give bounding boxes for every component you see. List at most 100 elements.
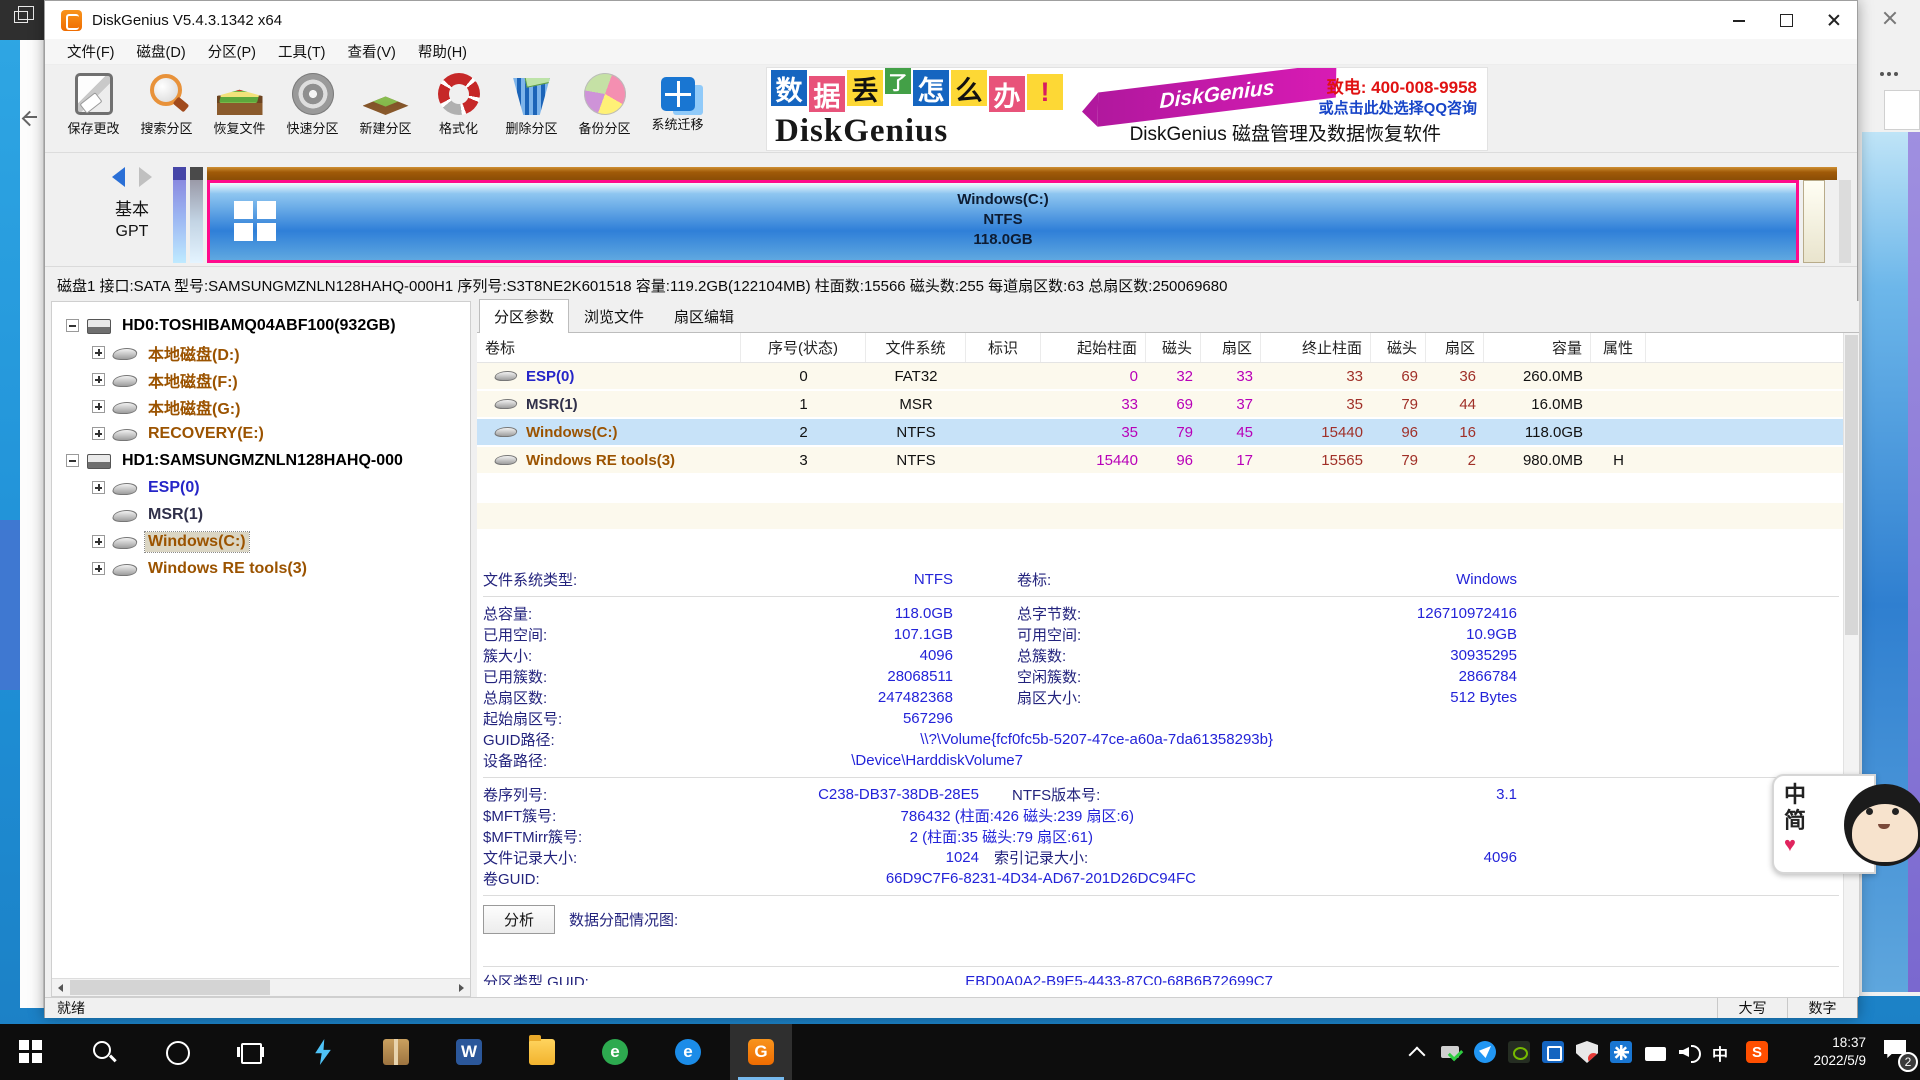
tray-icon-button[interactable] xyxy=(1502,1024,1536,1080)
window-title: DiskGenius V5.4.3.1342 x64 xyxy=(92,12,282,29)
clock[interactable]: 18:37 2022/5/9 xyxy=(1780,1034,1866,1070)
tree-item[interactable]: 本地磁盘(F:) xyxy=(52,366,470,393)
partition-block-esp[interactable] xyxy=(173,167,186,263)
more-options-icon[interactable] xyxy=(1880,72,1884,76)
tray-icon xyxy=(1406,1041,1428,1063)
maximize-button[interactable] xyxy=(1763,1,1810,39)
tree-item[interactable]: 本地磁盘(D:) xyxy=(52,339,470,366)
background-panel xyxy=(1884,90,1920,130)
close-icon[interactable] xyxy=(1882,10,1898,26)
taskbar-app-button[interactable] xyxy=(365,1024,427,1080)
taskbar-app-button[interactable] xyxy=(219,1024,281,1080)
toolbar-button[interactable]: 保存更改 xyxy=(57,69,130,137)
content-vertical-scrollbar[interactable] xyxy=(1843,333,1859,997)
banner-qq-link[interactable]: 或点击此处选择QQ咨询 xyxy=(1319,97,1477,118)
tree-item[interactable]: HD1:SAMSUNGMZNLN128HAHQ-000 xyxy=(52,447,470,474)
analyze-button[interactable]: 分析 xyxy=(483,905,555,934)
tray-icon-button[interactable] xyxy=(1468,1024,1502,1080)
tree-expander-icon[interactable] xyxy=(92,400,105,413)
notification-center-button[interactable]: 2 xyxy=(1874,1024,1920,1080)
menu-item[interactable]: 帮助(H) xyxy=(407,38,478,65)
tree-expander-icon[interactable] xyxy=(92,373,105,386)
tree-item[interactable]: ESP(0) xyxy=(52,474,470,501)
taskbar-app-button[interactable]: e xyxy=(657,1024,719,1080)
tree-horizontal-scrollbar[interactable] xyxy=(52,978,470,996)
tray-icon-button[interactable] xyxy=(1434,1024,1468,1080)
toolbar: 保存更改 搜索分区 恢复文件 快速分区 xyxy=(45,65,1857,153)
scroll-right-icon[interactable] xyxy=(452,979,470,996)
toolbar-button[interactable]: 备份分区 xyxy=(568,69,641,137)
tree-expander-icon[interactable] xyxy=(92,346,105,359)
tree-expander-icon[interactable] xyxy=(92,427,105,440)
toolbar-button[interactable]: 恢复文件 xyxy=(203,69,276,137)
tray-icon-button[interactable] xyxy=(1604,1024,1638,1080)
taskbar-app-button[interactable] xyxy=(292,1024,354,1080)
taskbar-app-button[interactable] xyxy=(146,1024,208,1080)
tree-item[interactable]: MSR(1) xyxy=(52,501,470,528)
disk-nav: 基本 GPT xyxy=(87,167,177,241)
toolbar-button[interactable]: 快速分区 xyxy=(276,69,349,137)
prev-disk-icon[interactable] xyxy=(112,167,125,187)
tab[interactable]: 浏览文件 xyxy=(569,299,659,333)
minimize-button[interactable] xyxy=(1716,1,1763,39)
menu-item[interactable]: 磁盘(D) xyxy=(126,38,197,65)
banner-subtitle: DiskGenius 磁盘管理及数据恢复软件 xyxy=(1130,119,1441,146)
next-disk-icon[interactable] xyxy=(139,167,152,187)
desktop-sticker[interactable]: 中 简 ♥ xyxy=(1772,770,1920,878)
ad-banner[interactable]: 数 据 丢 了 怎 么 办 ! Disk xyxy=(766,67,1488,151)
taskbar-app-button[interactable]: e xyxy=(584,1024,646,1080)
toolbar-button[interactable]: 新建分区 xyxy=(349,69,422,137)
tree-expander-icon[interactable] xyxy=(66,454,79,467)
banner-tile: 怎 xyxy=(913,70,949,106)
tray-icon-button[interactable] xyxy=(1638,1024,1672,1080)
tree-item[interactable]: RECOVERY(E:) xyxy=(52,420,470,447)
toolbar-button[interactable]: 格式化 xyxy=(422,69,495,137)
tray-icon-button[interactable] xyxy=(1672,1024,1706,1080)
partition-block-windows[interactable]: Windows(C:) NTFS 118.0GB xyxy=(207,180,1799,263)
table-row[interactable]: Windows RE tools(3) 3 NTFS 15440 96 17 1… xyxy=(477,447,1859,475)
banner-ribbon: DiskGenius xyxy=(1098,67,1337,127)
toolbar-button[interactable]: 删除分区 xyxy=(495,69,568,137)
toolbar-button[interactable]: 搜索分区 xyxy=(130,69,203,137)
scroll-thumb[interactable] xyxy=(70,980,270,995)
menu-item[interactable]: 工具(T) xyxy=(267,38,337,65)
tree-item[interactable]: Windows RE tools(3) xyxy=(52,555,470,582)
taskbar-app-button[interactable] xyxy=(73,1024,135,1080)
tab[interactable]: 分区参数 xyxy=(479,299,569,333)
taskbar-app-button[interactable]: G xyxy=(730,1024,792,1080)
tab[interactable]: 扇区编辑 xyxy=(659,299,749,333)
toolbar-button[interactable]: 系统迁移 xyxy=(641,69,714,137)
menu-item[interactable]: 查看(V) xyxy=(337,38,407,65)
close-button[interactable] xyxy=(1810,1,1857,39)
menu-item[interactable]: 分区(P) xyxy=(197,38,267,65)
tree-item[interactable]: HD0:TOSHIBAMQ04ABF100(932GB) xyxy=(52,312,470,339)
partition-map-scroll[interactable] xyxy=(1839,180,1851,263)
taskbar-app-button[interactable] xyxy=(0,1024,62,1080)
table-row[interactable]: Windows(C:) 2 NTFS 35 79 45 15440 96 16 xyxy=(477,419,1859,447)
banner-tile: 了 xyxy=(885,68,911,94)
tree-item[interactable]: 本地磁盘(G:) xyxy=(52,393,470,420)
tray-icon-button[interactable] xyxy=(1400,1024,1434,1080)
taskbar-app-button[interactable]: W xyxy=(438,1024,500,1080)
back-icon[interactable] xyxy=(24,110,38,124)
tray-icon-button[interactable]: S xyxy=(1740,1024,1774,1080)
tree-expander-icon[interactable] xyxy=(92,535,105,548)
tray-icon-button[interactable] xyxy=(1570,1024,1604,1080)
tree-expander-icon[interactable] xyxy=(66,319,79,332)
table-row[interactable]: MSR(1) 1 MSR 33 69 37 35 79 44 16.0MB xyxy=(477,391,1859,419)
tree-expander-icon[interactable] xyxy=(92,481,105,494)
partition-block-msr[interactable] xyxy=(190,167,203,263)
toolbar-icon xyxy=(75,73,113,115)
tray-icon-button[interactable] xyxy=(1536,1024,1570,1080)
restore-icon[interactable] xyxy=(14,11,28,23)
scroll-left-icon[interactable] xyxy=(52,979,70,996)
tree-item[interactable]: Windows(C:) xyxy=(52,528,470,555)
taskbar-app-button[interactable] xyxy=(511,1024,573,1080)
partition-block-re-tools[interactable] xyxy=(1803,180,1825,263)
tree-expander-icon[interactable] xyxy=(92,562,105,575)
table-row[interactable]: ESP(0) 0 FAT32 0 32 33 33 69 36 260.0MB xyxy=(477,363,1859,391)
tray-icon-button[interactable]: 中 xyxy=(1706,1024,1740,1080)
menu-item[interactable]: 文件(F) xyxy=(56,38,126,65)
disk-kind-label: 基本 xyxy=(87,195,177,220)
scroll-thumb[interactable] xyxy=(1845,335,1858,635)
